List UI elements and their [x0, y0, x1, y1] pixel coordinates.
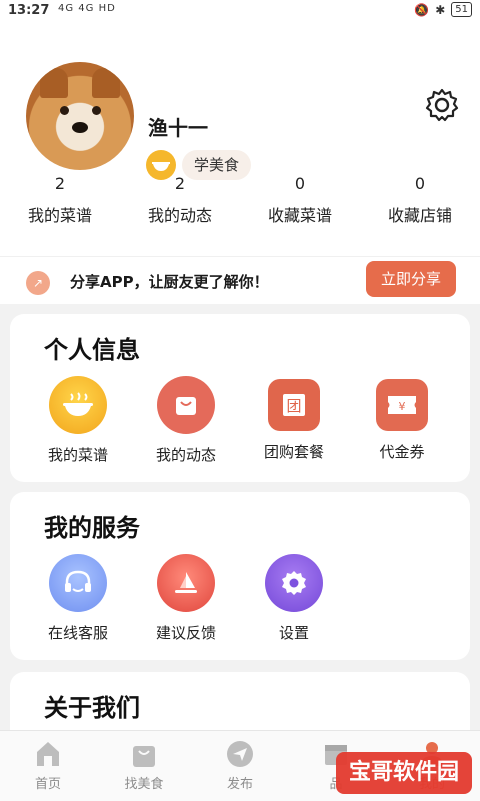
svg-text:¥: ¥ [399, 400, 406, 413]
status-bar: 13:27 4G 4G HD 🔕 ✱ 51 [0, 0, 480, 24]
bowl-icon [49, 376, 107, 434]
headset-icon [49, 554, 107, 612]
stat-label: 我的菜谱 [27, 206, 92, 225]
watermark-logo: 宝哥软件园 [336, 752, 472, 794]
svg-text:团: 团 [286, 397, 301, 415]
stat-saved-recipes[interactable]: 0 收藏菜谱 [240, 172, 360, 226]
settings-icon [265, 554, 323, 612]
bluetooth-icon: ✱ [435, 2, 446, 17]
stat-label: 我的动态 [147, 206, 212, 225]
dog-eye-right [92, 106, 101, 115]
menu-item-label: 团购套餐 [263, 443, 324, 461]
tab-label: 找美食 [124, 777, 164, 792]
service-item-settings[interactable]: 设置 [239, 554, 349, 643]
stat-label: 收藏菜谱 [267, 206, 332, 225]
share-now-button[interactable]: 立即分享 [366, 261, 456, 297]
dog-nose [72, 122, 88, 133]
stat-my-posts[interactable]: 2 我的动态 [120, 172, 240, 226]
stat-count: 2 [54, 174, 66, 193]
share-text: 分享APP，让厨友更了解你！ [70, 273, 269, 291]
stats-row: 2 我的菜谱 2 我的动态 0 收藏菜谱 0 收藏店铺 [0, 172, 480, 226]
bag-icon [157, 376, 215, 434]
tab-publish[interactable]: 发布 [192, 731, 288, 801]
voucher-icon: ¥ [376, 379, 428, 431]
menu-item-label: 我的菜谱 [47, 446, 108, 464]
status-right: 🔕 ✱ 51 [414, 2, 472, 17]
signal-indicator: 4G 4G HD [58, 3, 116, 14]
menu-item-label: 代金券 [379, 443, 425, 461]
service-item-label: 在线客服 [47, 624, 108, 642]
share-icon: ↗ [26, 271, 50, 295]
dog-ear-left [40, 68, 68, 98]
menu-item-my-recipes[interactable]: 我的菜谱 [23, 376, 133, 465]
battery-icon: 51 [451, 2, 472, 17]
share-banner: ↗ 分享APP，让厨友更了解你！ 立即分享 [0, 256, 480, 305]
stat-saved-shops[interactable]: 0 收藏店铺 [360, 172, 480, 226]
stat-count: 0 [414, 174, 426, 193]
stat-my-recipes[interactable]: 2 我的菜谱 [0, 172, 120, 226]
stat-count: 0 [294, 174, 306, 193]
section-title: 个人信息 [44, 336, 140, 364]
tab-find-food[interactable]: 找美食 [96, 731, 192, 801]
dog-eye-left [60, 106, 69, 115]
send-icon [225, 739, 255, 769]
services-card: 我的服务 在线客服 建议反馈 设置 [10, 492, 470, 660]
tab-label: 发布 [226, 777, 253, 792]
tab-label: 首页 [34, 777, 61, 792]
profile-header: 渔十一 学美食 2 我的菜谱 2 我的动态 0 收藏菜谱 0 收藏店铺 ↗ 分享… [0, 24, 480, 304]
avatar[interactable] [26, 62, 134, 170]
group-buy-icon: 团 [268, 379, 320, 431]
personal-info-card: 个人信息 我的菜谱 我的动态 团 团购套餐 ¥ 代金券 [10, 314, 470, 482]
shopping-bag-icon [129, 739, 159, 769]
service-item-online-support[interactable]: 在线客服 [23, 554, 133, 643]
stat-label: 收藏店铺 [387, 206, 452, 225]
menu-item-label: 我的动态 [155, 446, 216, 464]
feedback-icon [157, 554, 215, 612]
dog-ear-right [92, 68, 120, 98]
section-title: 我的服务 [44, 514, 140, 542]
tab-home[interactable]: 首页 [0, 731, 96, 801]
username[interactable]: 渔十一 [148, 112, 208, 141]
status-time: 13:27 [8, 3, 50, 18]
section-title: 关于我们 [44, 694, 140, 722]
stat-count: 2 [174, 174, 186, 193]
home-icon [33, 739, 63, 769]
menu-item-voucher[interactable]: ¥ 代金券 [347, 376, 457, 462]
mute-icon: 🔕 [414, 2, 430, 17]
service-item-label: 建议反馈 [155, 624, 216, 642]
menu-item-my-posts[interactable]: 我的动态 [131, 376, 241, 465]
service-item-feedback[interactable]: 建议反馈 [131, 554, 241, 643]
menu-item-group-buy[interactable]: 团 团购套餐 [239, 376, 349, 462]
gear-icon[interactable] [424, 87, 460, 123]
service-item-label: 设置 [278, 624, 309, 642]
